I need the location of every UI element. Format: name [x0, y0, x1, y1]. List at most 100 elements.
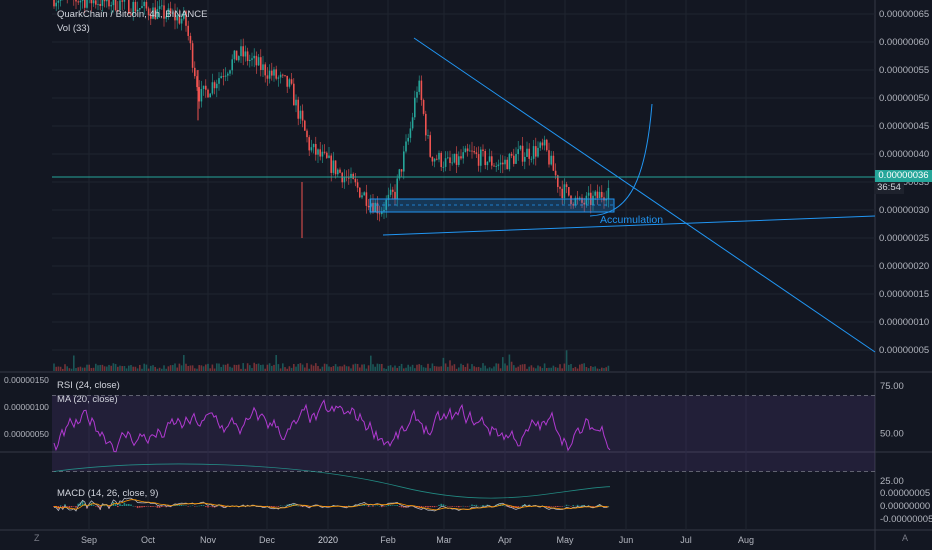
candle-body [238, 56, 240, 61]
volume-bar [596, 368, 599, 371]
candle-body [559, 187, 561, 189]
volume-bar [539, 366, 541, 371]
rsi-left-axis-label: 0.00000100 [4, 402, 49, 412]
macd-hist-bar [66, 506, 68, 507]
candle-body [95, 0, 97, 5]
macd-hist-bar [139, 506, 141, 508]
volume-bar [130, 364, 132, 371]
macd-hist-bar [464, 506, 467, 507]
macd-hist-bar [561, 506, 563, 507]
volume-bar [543, 363, 546, 371]
volume-bar [180, 365, 183, 371]
rsi-label[interactable]: RSI (24, close) [57, 380, 120, 391]
volume-bar [495, 363, 497, 371]
candle-body [299, 110, 302, 119]
macd-axis-label: -0.00000005 [880, 514, 932, 525]
macd-hist-bar [128, 503, 130, 506]
time-axis-label: May [556, 535, 574, 545]
candle-body [97, 3, 99, 5]
volume-bar [552, 365, 555, 371]
candle-body [482, 149, 484, 151]
volume-bar [352, 364, 354, 371]
candle-body [220, 76, 222, 79]
macd-hist-bar [460, 506, 462, 507]
volume-bar [202, 366, 205, 371]
candle-body [79, 0, 82, 3]
volume-bar [136, 368, 139, 371]
volume-bar [290, 367, 293, 371]
macd-hist-bar [400, 506, 403, 508]
volume-bar [405, 367, 407, 371]
macd-hist-bar [389, 505, 392, 506]
candle-body [513, 155, 515, 164]
chart-canvas[interactable]: 0.00000065 0.00000060 0.00000055 0.00000050… [0, 0, 932, 550]
volume-bar [425, 367, 427, 371]
macd-hist-bar [559, 506, 561, 507]
volume-label[interactable]: Vol (33) [57, 23, 90, 34]
macd-hist-bar [103, 505, 106, 507]
auto-scale-button[interactable]: A [902, 533, 908, 543]
macd-hist-bar [154, 506, 156, 507]
rsi-legend: RSI (24, close) [57, 380, 120, 391]
volume-bar [451, 365, 453, 371]
candle-body [205, 85, 207, 90]
candle-body [460, 156, 462, 159]
volume-bar [99, 364, 101, 371]
macd-label[interactable]: MACD (14, 26, close, 9) [57, 488, 158, 499]
candle-body [123, 0, 126, 2]
timezone-button[interactable]: Z [34, 533, 40, 543]
accumulation-box [369, 198, 615, 213]
candle-body [317, 149, 319, 155]
volume-bar [169, 365, 172, 371]
macd-hist-bar [579, 505, 581, 507]
volume-bar [521, 364, 524, 371]
time-axis-label: Apr [498, 535, 512, 545]
volume-bar [306, 363, 308, 371]
macd-hist-bar [594, 506, 596, 507]
volume-bar [370, 355, 372, 371]
volume-bar [57, 366, 60, 371]
volume-bar [482, 363, 484, 371]
volume-bar [526, 368, 528, 371]
candle-body [191, 43, 194, 68]
volume-bar [473, 366, 475, 371]
volume-bar [317, 366, 319, 371]
macd-axis-label: 0.00000000 [880, 501, 930, 512]
volume-legend: Vol (33) [57, 23, 90, 34]
volume-bar [502, 357, 504, 371]
volume-bar [420, 365, 423, 371]
candle-body [528, 148, 530, 159]
candle-body [416, 91, 418, 98]
volume-bar [328, 366, 330, 371]
ma-label[interactable]: MA (20, close) [57, 394, 118, 405]
time-axis-label: Mar [436, 535, 452, 545]
candle-body [268, 70, 271, 79]
volume-bar [246, 363, 249, 371]
volume-bar [114, 364, 117, 371]
candle-body [110, 5, 112, 7]
symbol-title[interactable]: QuarkChain / Bitcoin, 4h, BINANCE [57, 9, 207, 20]
candle-body [563, 184, 566, 199]
volume-bar [218, 363, 220, 371]
volume-bar [354, 363, 357, 371]
macd-hist-bar [440, 503, 442, 506]
volume-bar [550, 367, 552, 371]
candle-body [246, 51, 249, 62]
candle-body [145, 1, 148, 9]
volume-bar [594, 366, 596, 371]
candle-body [312, 144, 315, 148]
macd-hist-bar [480, 505, 482, 507]
volume-bar [277, 364, 280, 371]
volume-bar [535, 368, 537, 371]
macd-hist-bar [147, 506, 150, 507]
volume-bar [348, 366, 350, 371]
candle-body [326, 152, 328, 158]
candle-body [266, 75, 269, 79]
candle-body [365, 192, 368, 206]
volume-bar [304, 367, 306, 371]
candle-body [295, 99, 297, 106]
candle-body [277, 77, 280, 79]
candle-body [451, 162, 453, 164]
candle-body [279, 74, 282, 78]
macd-hist-bar [299, 506, 302, 507]
